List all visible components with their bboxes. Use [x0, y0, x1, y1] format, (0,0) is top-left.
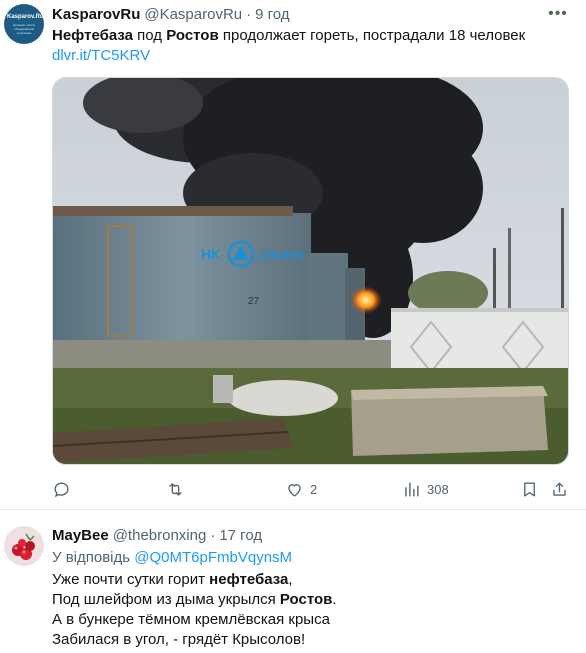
retweet-button[interactable] [166, 476, 185, 502]
tweet-text-part: под [132, 27, 167, 44]
views-button[interactable]: 308 [402, 476, 449, 502]
reply-icon [54, 481, 69, 497]
author-name[interactable]: KasparovRu [52, 6, 140, 23]
tweet-header: KasparovRu @KasparovRu · 9 год [52, 4, 290, 24]
heart-icon [288, 483, 301, 497]
separator-dot: · [246, 5, 252, 23]
reply-author-name[interactable]: MayBee [52, 527, 109, 544]
separator-dot: · [210, 526, 216, 544]
reply-text-bold: Ростов [279, 591, 333, 608]
reply-text-part: , [288, 571, 293, 588]
reply-timestamp[interactable]: 17 год [219, 527, 262, 544]
reply-header: MayBee @thebronxing · 17 год [52, 525, 262, 545]
tank-logo-left: НК [201, 246, 220, 262]
more-options-icon[interactable]: ••• [548, 4, 568, 24]
retweet-icon [169, 482, 182, 496]
berries-avatar-image [4, 526, 44, 566]
bookmark-button[interactable] [520, 476, 539, 502]
reply-line: Уже почти сутки горит нефтебаза, [52, 570, 572, 590]
avatar-logo-subtitle: интернет-газета объединённой оппозиции [12, 23, 36, 35]
tweet-text-bold: Нефтебаза [52, 27, 133, 44]
avatar[interactable]: Kasparov.Ru интернет-газета объединённой… [4, 4, 44, 44]
tweet-photo[interactable]: НК АЛЬЯНС 27 [52, 77, 569, 465]
tank-logo-right: АЛЬЯНС [258, 250, 305, 262]
tweet-actions: 2 308 [52, 476, 572, 502]
reply-text-bold: нефтебаза [209, 571, 289, 588]
reply-author-handle[interactable]: @thebronxing [113, 527, 207, 544]
replying-to-label: У відповідь [52, 549, 131, 566]
share-button[interactable] [550, 476, 569, 502]
author-handle[interactable]: @KasparovRu [144, 6, 242, 23]
tank-number: 27 [248, 296, 260, 307]
tweet-timestamp[interactable]: 9 год [255, 6, 289, 23]
like-count: 2 [310, 481, 318, 497]
replying-to-line: У відповідь @Q0MT6pFmbVqynsM [52, 548, 292, 568]
reply-text-part: Под шлейфом из дыма укрылся [52, 591, 280, 608]
tweet-text: Нефтебаза под Ростов продолжает гореть, … [52, 26, 572, 46]
views-icon [405, 481, 419, 497]
tweet-text-bold: Ростов [166, 27, 219, 44]
reply-line: Под шлейфом из дыма укрылся Ростов. [52, 590, 572, 610]
reply-text: Уже почти сутки горит нефтебаза, Под шле… [52, 570, 572, 650]
replying-to-mention[interactable]: @Q0MT6pFmbVqynsM [134, 549, 292, 566]
reply-text-part: Уже почти сутки горит [52, 571, 210, 588]
oil-depot-fire-photo: НК АЛЬЯНС 27 [53, 78, 568, 464]
reply-button[interactable] [52, 476, 71, 502]
reply-line: А в бункере тёмном кремлёвская крыса [52, 611, 330, 628]
avatar-logo-text: Kasparov.Ru [7, 14, 44, 20]
views-count: 308 [427, 481, 449, 497]
avatar[interactable] [4, 526, 44, 566]
tweet[interactable]: Kasparov.Ru интернет-газета объединённой… [0, 0, 586, 510]
reply-line: Забилася в угол, - грядёт Крысолов! [52, 631, 306, 648]
share-icon [553, 481, 566, 496]
bookmark-icon [524, 481, 535, 497]
reply-text-part: . [332, 591, 337, 608]
like-button[interactable]: 2 [285, 476, 317, 502]
tweet-text-part: продолжает гореть, пострадали 18 человек [218, 27, 526, 44]
tweet-link[interactable]: dlvr.it/TC5KRV [52, 46, 150, 66]
